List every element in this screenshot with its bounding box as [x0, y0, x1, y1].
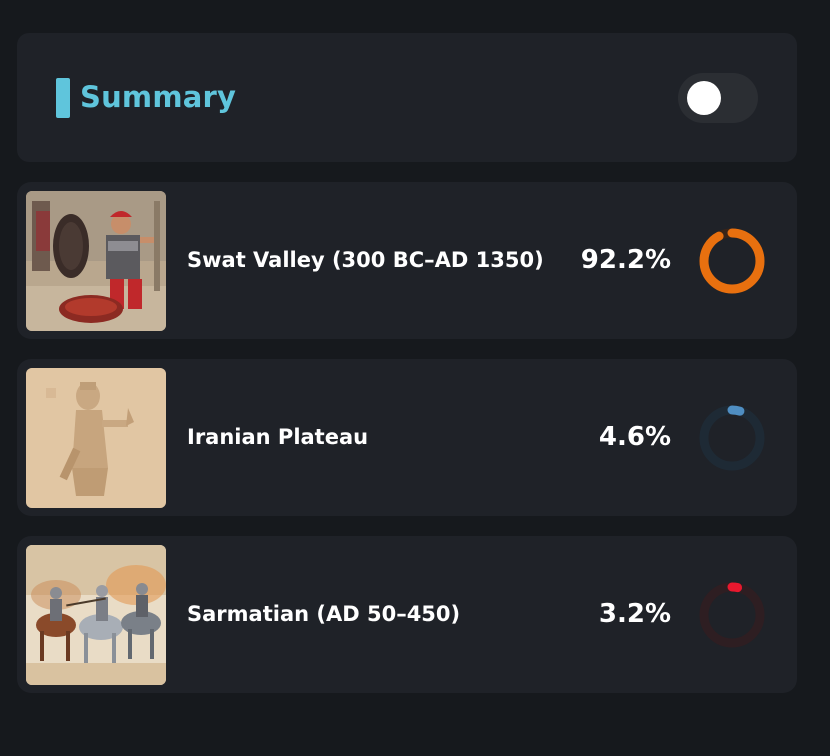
summary-header: Summary — [17, 33, 797, 162]
page: Summary Swat Valley (300 BC–AD 1350) 92.… — [0, 0, 830, 756]
percent-ring — [699, 582, 765, 648]
sarmatian-image — [26, 545, 166, 685]
iranian-plateau-image — [26, 368, 166, 508]
result-row-iranian-plateau[interactable]: Iranian Plateau 4.6% — [17, 359, 797, 516]
result-row-sarmatian[interactable]: Sarmatian (AD 50–450) 3.2% — [17, 536, 797, 693]
swat-valley-image — [26, 191, 166, 331]
title-accent-bar — [56, 78, 70, 118]
row-percent: 4.6% — [598, 422, 671, 452]
row-percent: 3.2% — [598, 599, 671, 629]
row-percent: 92.2% — [580, 245, 671, 275]
row-label: Swat Valley (300 BC–AD 1350) — [187, 248, 544, 272]
summary-toggle[interactable] — [678, 73, 758, 123]
percent-ring — [699, 228, 765, 294]
result-row-swat-valley[interactable]: Swat Valley (300 BC–AD 1350) 92.2% — [17, 182, 797, 339]
summary-title: Summary — [80, 80, 237, 114]
toggle-knob[interactable] — [687, 81, 721, 115]
row-label: Sarmatian (AD 50–450) — [187, 602, 461, 626]
percent-ring — [699, 405, 765, 471]
row-label: Iranian Plateau — [187, 425, 369, 449]
